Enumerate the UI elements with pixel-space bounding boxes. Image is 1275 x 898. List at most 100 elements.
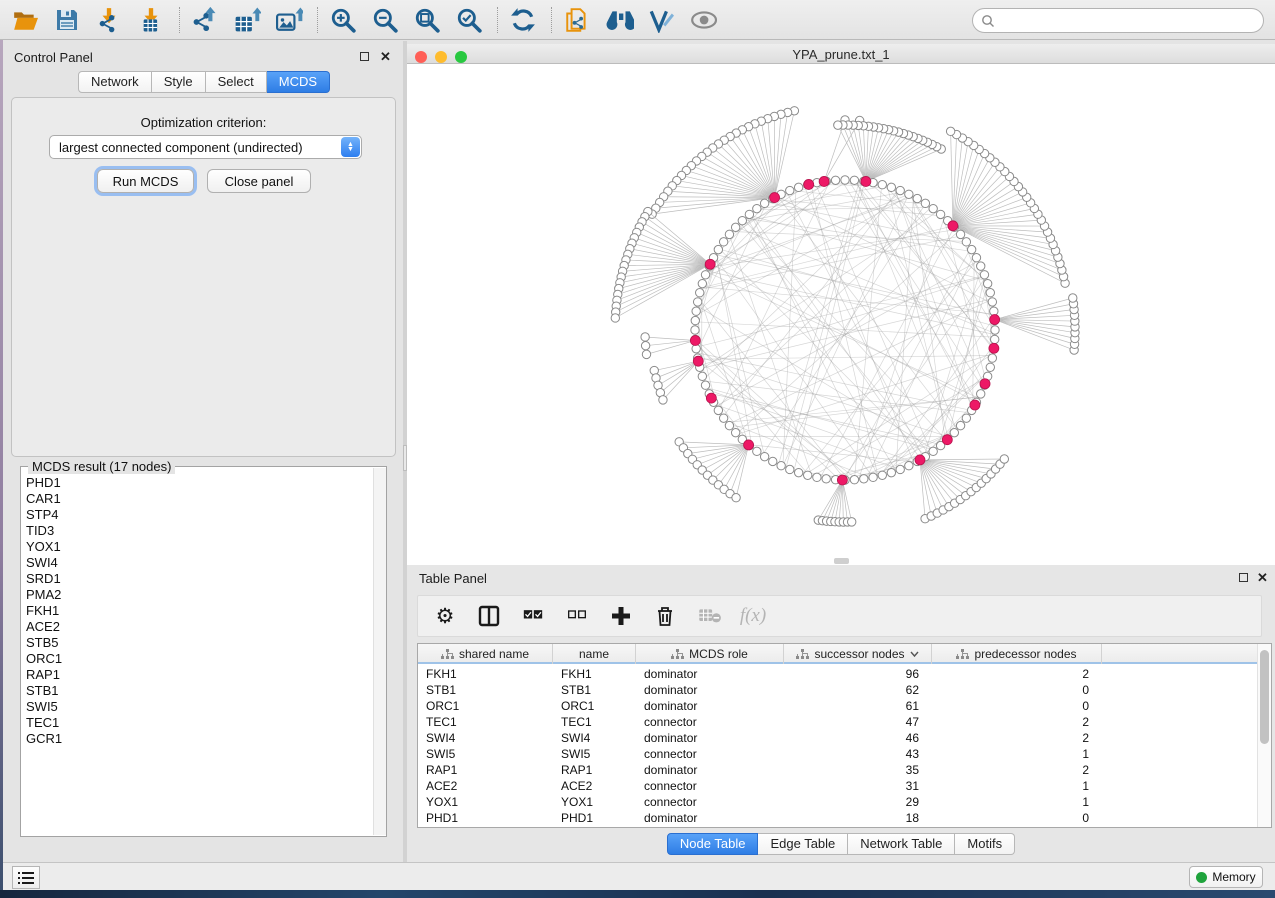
tab-motifs[interactable]: Motifs bbox=[955, 833, 1015, 855]
cell-succ[interactable]: 96 bbox=[784, 666, 932, 682]
memory-button[interactable]: Memory bbox=[1189, 866, 1263, 888]
cell-shared[interactable]: SWI5 bbox=[418, 746, 553, 762]
select-all-check-button[interactable] bbox=[520, 603, 546, 629]
table-row[interactable]: STB1STB1dominator620 bbox=[418, 682, 1258, 698]
eye-button[interactable] bbox=[685, 3, 721, 37]
float-panel-icon[interactable] bbox=[360, 52, 369, 61]
tab-network-table[interactable]: Network Table bbox=[848, 833, 955, 855]
export-table-button[interactable] bbox=[229, 3, 265, 37]
cell-role[interactable]: connector bbox=[636, 794, 784, 810]
result-node-item[interactable]: PMA2 bbox=[26, 587, 373, 603]
result-node-item[interactable]: RAP1 bbox=[26, 667, 373, 683]
result-node-item[interactable]: STB5 bbox=[26, 635, 373, 651]
cell-shared[interactable]: ACE2 bbox=[418, 778, 553, 794]
table-row[interactable]: RAP1RAP1dominator352 bbox=[418, 762, 1258, 778]
optimization-criterion-select[interactable]: largest connected component (undirected)… bbox=[49, 135, 362, 159]
table-row[interactable]: SWI4SWI4dominator462 bbox=[418, 730, 1258, 746]
cell-succ[interactable]: 43 bbox=[784, 746, 932, 762]
network-canvas[interactable] bbox=[407, 64, 1275, 565]
cell-shared[interactable]: RAP1 bbox=[418, 762, 553, 778]
zoom-in-button[interactable] bbox=[325, 3, 361, 37]
run-mcds-button[interactable]: Run MCDS bbox=[97, 169, 194, 193]
result-node-item[interactable]: STB1 bbox=[26, 683, 373, 699]
cell-shared[interactable]: FKH1 bbox=[418, 666, 553, 682]
tab-mcds[interactable]: MCDS bbox=[267, 71, 330, 93]
tab-network[interactable]: Network bbox=[78, 71, 152, 93]
column-header-MCDS-role[interactable]: MCDS role bbox=[636, 644, 784, 664]
binoculars-search-button[interactable] bbox=[601, 3, 637, 37]
cell-role[interactable]: connector bbox=[636, 746, 784, 762]
result-node-item[interactable]: SRD1 bbox=[26, 571, 373, 587]
cell-pred[interactable]: 2 bbox=[932, 730, 1102, 746]
zoom-selected-region-button[interactable] bbox=[451, 3, 487, 37]
zoom-fit-button[interactable] bbox=[409, 3, 445, 37]
network-document-button[interactable] bbox=[559, 3, 595, 37]
cell-succ[interactable]: 46 bbox=[784, 730, 932, 746]
cell-pred[interactable]: 2 bbox=[932, 714, 1102, 730]
cell-role[interactable]: dominator bbox=[636, 682, 784, 698]
gear-button[interactable]: ⚙ bbox=[432, 603, 458, 629]
column-header-successor-nodes[interactable]: successor nodes bbox=[784, 644, 932, 664]
cell-name[interactable]: SWI4 bbox=[553, 730, 636, 746]
cell-name[interactable]: RAP1 bbox=[553, 762, 636, 778]
cell-succ[interactable]: 29 bbox=[784, 794, 932, 810]
tab-select[interactable]: Select bbox=[206, 71, 267, 93]
cell-pred[interactable]: 0 bbox=[932, 698, 1102, 714]
result-node-item[interactable]: TID3 bbox=[26, 523, 373, 539]
cell-succ[interactable]: 35 bbox=[784, 762, 932, 778]
close-panel-icon[interactable]: ✕ bbox=[380, 52, 391, 62]
cell-name[interactable]: STB1 bbox=[553, 682, 636, 698]
table-row[interactable]: ORC1ORC1dominator610 bbox=[418, 698, 1258, 714]
result-node-item[interactable]: SWI5 bbox=[26, 699, 373, 715]
task-history-button[interactable] bbox=[12, 866, 40, 889]
cell-role[interactable]: dominator bbox=[636, 698, 784, 714]
cell-shared[interactable]: STB1 bbox=[418, 682, 553, 698]
search-input[interactable] bbox=[999, 11, 1263, 31]
table-row[interactable]: FKH1FKH1dominator962 bbox=[418, 666, 1258, 682]
cell-succ[interactable]: 62 bbox=[784, 682, 932, 698]
cell-shared[interactable]: YOX1 bbox=[418, 794, 553, 810]
add-column-button[interactable] bbox=[608, 603, 634, 629]
tab-node-table[interactable]: Node Table bbox=[667, 833, 759, 855]
cell-succ[interactable]: 47 bbox=[784, 714, 932, 730]
refresh-button[interactable] bbox=[505, 3, 541, 37]
zoom-out-button[interactable] bbox=[367, 3, 403, 37]
cell-name[interactable]: TEC1 bbox=[553, 714, 636, 730]
cell-name[interactable]: SWI5 bbox=[553, 746, 636, 762]
cell-shared[interactable]: PHD1 bbox=[418, 810, 553, 826]
search-box[interactable] bbox=[972, 8, 1264, 33]
cell-role[interactable]: dominator bbox=[636, 762, 784, 778]
table-row[interactable]: TEC1TEC1connector472 bbox=[418, 714, 1258, 730]
table-row[interactable]: YOX1YOX1connector291 bbox=[418, 794, 1258, 810]
horizontal-splitter-grip[interactable] bbox=[834, 558, 849, 564]
close-table-panel-icon[interactable]: ✕ bbox=[1257, 573, 1268, 583]
result-node-item[interactable]: SWI4 bbox=[26, 555, 373, 571]
cell-name[interactable]: PHD1 bbox=[553, 810, 636, 826]
cell-role[interactable]: connector bbox=[636, 714, 784, 730]
deselect-all-button[interactable] bbox=[564, 603, 590, 629]
cell-shared[interactable]: ORC1 bbox=[418, 698, 553, 714]
column-header-predecessor-nodes[interactable]: predecessor nodes bbox=[932, 644, 1102, 664]
float-table-panel-icon[interactable] bbox=[1239, 573, 1248, 582]
cell-succ[interactable]: 61 bbox=[784, 698, 932, 714]
close-panel-button[interactable]: Close panel bbox=[207, 169, 311, 193]
cell-name[interactable]: ORC1 bbox=[553, 698, 636, 714]
column-header-name[interactable]: name bbox=[553, 644, 636, 664]
cell-role[interactable]: dominator bbox=[636, 810, 784, 826]
import-table-button[interactable] bbox=[133, 3, 169, 37]
cell-shared[interactable]: TEC1 bbox=[418, 714, 553, 730]
tab-style[interactable]: Style bbox=[152, 71, 206, 93]
result-node-item[interactable]: STP4 bbox=[26, 507, 373, 523]
cell-name[interactable]: ACE2 bbox=[553, 778, 636, 794]
import-network-button[interactable] bbox=[91, 3, 127, 37]
save-session-button[interactable] bbox=[49, 3, 85, 37]
result-node-item[interactable]: FKH1 bbox=[26, 603, 373, 619]
cell-role[interactable]: dominator bbox=[636, 666, 784, 682]
cell-name[interactable]: FKH1 bbox=[553, 666, 636, 682]
table-row[interactable]: ACE2ACE2connector311 bbox=[418, 778, 1258, 794]
cell-succ[interactable]: 31 bbox=[784, 778, 932, 794]
network-window-titlebar[interactable]: YPA_prune.txt_1 bbox=[407, 44, 1275, 64]
result-node-item[interactable]: ACE2 bbox=[26, 619, 373, 635]
style-visibility-button[interactable] bbox=[643, 3, 679, 37]
result-node-item[interactable]: ORC1 bbox=[26, 651, 373, 667]
